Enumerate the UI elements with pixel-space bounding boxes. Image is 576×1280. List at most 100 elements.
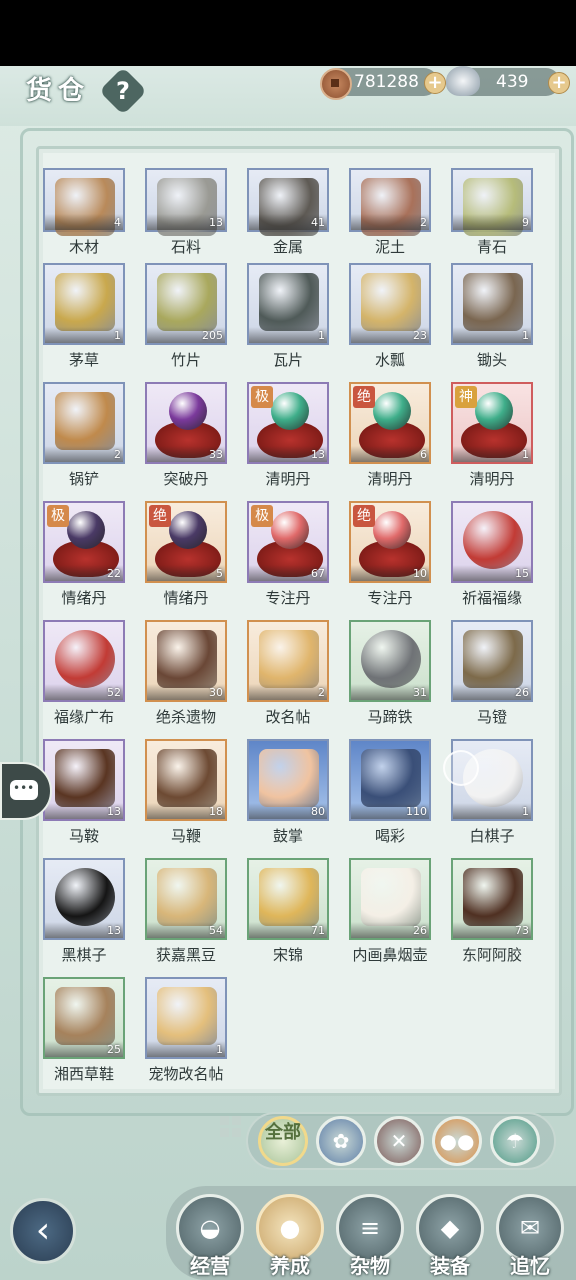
filter-button[interactable]: ☂ <box>490 1116 540 1166</box>
item-slot[interactable]: 71 <box>247 858 329 940</box>
item-name: 茅草 <box>68 351 99 369</box>
item-slot[interactable]: 极 13 <box>247 382 329 464</box>
inventory-item[interactable]: 13 黑棋子 <box>36 858 138 970</box>
item-count: 31 <box>413 686 427 699</box>
inventory-item[interactable]: 1 宠物改名帖 <box>138 977 240 1089</box>
item-slot[interactable]: 110 <box>349 739 431 821</box>
item-name: 泥土 <box>374 238 405 256</box>
item-slot[interactable]: 2 <box>349 168 431 236</box>
inventory-item[interactable]: 23 水瓢 <box>342 263 444 375</box>
item-slot[interactable]: 31 <box>349 620 431 702</box>
inventory-item[interactable]: 33 突破丹 <box>138 382 240 494</box>
item-slot[interactable]: 1 <box>451 263 533 345</box>
item-slot[interactable]: 1 <box>145 977 227 1059</box>
inventory-item[interactable]: 31 马蹄铁 <box>342 620 444 732</box>
inventory-item[interactable]: 2 改名帖 <box>240 620 342 732</box>
inventory-item[interactable]: 54 获嘉黑豆 <box>138 858 240 970</box>
item-slot[interactable]: 2 <box>247 620 329 702</box>
nav-equipment[interactable]: ◆ 装备 <box>416 1194 484 1280</box>
item-name: 锅铲 <box>68 470 99 488</box>
nav-misc[interactable]: ≡ 杂物 <box>336 1194 404 1280</box>
item-slot[interactable]: 25 <box>43 977 125 1059</box>
inventory-item[interactable]: 18 马鞭 <box>138 739 240 851</box>
item-slot[interactable]: 73 <box>451 858 533 940</box>
item-slot[interactable]: 205 <box>145 263 227 345</box>
nav-business[interactable]: ◒ 经营 <box>176 1194 244 1280</box>
inventory-item[interactable]: 极 67 专注丹 <box>240 501 342 613</box>
item-slot[interactable]: 30 <box>145 620 227 702</box>
umbrella-filter-icon: ☂ <box>506 1129 524 1153</box>
inventory-item[interactable]: 9 青石 <box>444 150 546 262</box>
inventory-item[interactable]: 2 锅铲 <box>36 382 138 494</box>
orb-icon <box>475 392 513 430</box>
spatula-icon <box>55 392 115 450</box>
count-shade <box>453 327 531 343</box>
inventory-item[interactable]: 71 宋锦 <box>240 858 342 970</box>
water-gourd-icon <box>361 273 421 331</box>
item-slot[interactable]: 神1 <box>451 382 533 464</box>
item-slot[interactable]: 绝5 <box>145 501 227 583</box>
item-slot[interactable]: 极 67 <box>247 501 329 583</box>
nav-label: 经营 <box>190 1254 230 1278</box>
nav-memories[interactable]: ✉ 追忆 <box>496 1194 564 1280</box>
item-slot[interactable]: 54 <box>145 858 227 940</box>
filter-all-button[interactable]: 全部 <box>258 1116 308 1166</box>
inventory-item[interactable]: 26 马镫 <box>444 620 546 732</box>
item-slot[interactable]: 绝6 <box>349 382 431 464</box>
inventory-item[interactable]: 1 锄头 <box>444 263 546 375</box>
item-slot[interactable]: 26 <box>451 620 533 702</box>
item-slot[interactable]: 33 <box>145 382 227 464</box>
item-slot[interactable]: 23 <box>349 263 431 345</box>
inventory-item[interactable]: 1 瓦片 <box>240 263 342 375</box>
inventory-item[interactable]: 30 绝杀遗物 <box>138 620 240 732</box>
item-slot[interactable]: 80 <box>247 739 329 821</box>
item-slot[interactable]: 绝 10 <box>349 501 431 583</box>
item-slot[interactable]: 2 <box>43 382 125 464</box>
item-slot[interactable]: 13 <box>145 168 227 236</box>
inventory-item[interactable]: 41 金属 <box>240 150 342 262</box>
inventory-item[interactable]: 神 1 清明丹 <box>444 382 546 494</box>
item-slot[interactable]: 15 <box>451 501 533 583</box>
inventory-item[interactable]: 13 石料 <box>138 150 240 262</box>
touch-indicator <box>443 750 479 786</box>
item-name: 宠物改名帖 <box>148 1065 224 1083</box>
item-slot[interactable]: 1 <box>247 263 329 345</box>
inventory-item[interactable]: 52 福缘广布 <box>36 620 138 732</box>
item-slot[interactable]: 1 <box>43 263 125 345</box>
inventory-item[interactable]: 25 湘西草鞋 <box>36 977 138 1089</box>
inventory-item[interactable]: 极 13 清明丹 <box>240 382 342 494</box>
inventory-item[interactable]: 110 喝彩 <box>342 739 444 851</box>
inventory-item[interactable]: 4 木材 <box>36 150 138 262</box>
item-count: 10 <box>413 567 427 580</box>
back-arrow-icon: ‹ <box>35 1210 51 1251</box>
orb-icon <box>271 511 309 549</box>
item-count: 13 <box>311 448 325 461</box>
inventory-item[interactable]: 205 竹片 <box>138 263 240 375</box>
item-slot[interactable]: 18 <box>145 739 227 821</box>
inventory-item[interactable]: 80 鼓掌 <box>240 739 342 851</box>
inventory-item[interactable]: 绝 10 专注丹 <box>342 501 444 613</box>
item-slot[interactable]: 26 <box>349 858 431 940</box>
inventory-item[interactable]: 1 茅草 <box>36 263 138 375</box>
filter-button[interactable]: ●● <box>432 1116 482 1166</box>
inventory-item[interactable]: 73 东阿阿胶 <box>444 858 546 970</box>
inventory-item[interactable]: 绝 6 清明丹 <box>342 382 444 494</box>
inventory-item[interactable]: 26 内画鼻烟壶 <box>342 858 444 970</box>
item-slot[interactable]: 4 <box>43 168 125 236</box>
item-slot[interactable]: 52 <box>43 620 125 702</box>
item-name: 石料 <box>170 238 201 256</box>
item-slot[interactable]: 9 <box>451 168 533 236</box>
item-slot[interactable]: 极 22 <box>43 501 125 583</box>
filter-button[interactable]: ✕ <box>374 1116 424 1166</box>
nav-cultivate[interactable]: ● 养成 <box>256 1194 324 1280</box>
item-slot[interactable]: 13 <box>43 858 125 940</box>
item-slot[interactable]: 41 <box>247 168 329 236</box>
item-slot[interactable]: 13 <box>43 739 125 821</box>
back-button[interactable]: ‹ <box>10 1198 76 1264</box>
filter-button[interactable]: ✿ <box>316 1116 366 1166</box>
inventory-item[interactable]: 15 祈福福缘 <box>444 501 546 613</box>
inventory-item[interactable]: 极 22 情绪丹 <box>36 501 138 613</box>
inventory-item[interactable]: 2 泥土 <box>342 150 444 262</box>
inventory-item[interactable]: 绝 5 情绪丹 <box>138 501 240 613</box>
grid-view-icon[interactable] <box>220 1116 242 1138</box>
